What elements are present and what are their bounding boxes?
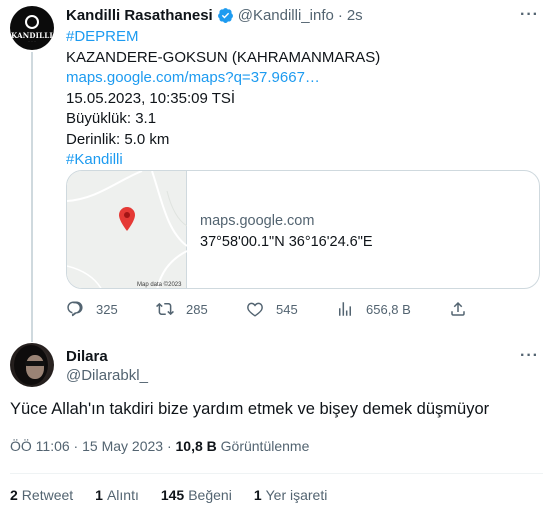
views-button[interactable]: 656,8 B: [336, 300, 411, 318]
reply-icon: [67, 301, 83, 317]
location-text: KAZANDERE-GOKSUN (KAHRAMANMARAS): [66, 48, 381, 66]
tweet-dilara[interactable]: Dilara @Dilarabkl_ ··· Yüce Allah'ın tak…: [0, 333, 553, 513]
bookmarks-label: Yer işareti: [265, 487, 328, 503]
author-handle[interactable]: @Dilarabkl_: [66, 367, 148, 384]
logo-emblem-icon: [25, 15, 39, 29]
avatar[interactable]: [10, 343, 54, 387]
avatar-glasses: [25, 361, 45, 366]
tweet-timestamp[interactable]: ÖÖ 11:06 · 15 May 2023 ·: [10, 438, 176, 454]
magnitude-text: Büyüklük: 3.1: [66, 110, 157, 127]
bookmarks-count: 1: [253, 487, 262, 503]
tweet-kandilli[interactable]: KANDILLI · · · · · · Kandilli Rasathanes…: [0, 0, 553, 342]
retweet-count: 285: [186, 301, 208, 317]
depth-text: Derinlik: 5.0 km: [66, 130, 170, 148]
quotes-label: Alıntı: [106, 487, 139, 503]
avatar-logo-text: KANDILLI: [11, 31, 53, 40]
heart-icon: [247, 302, 263, 317]
verified-badge-icon: [217, 8, 233, 23]
author-name[interactable]: Dilara: [66, 348, 108, 365]
retweets-stat[interactable]: 2 Retweet: [10, 487, 73, 503]
author-handle[interactable]: @Kandilli_info: [238, 7, 334, 24]
tweet-actions: 325 285 545 656,8 B: [66, 300, 476, 324]
card-domain: maps.google.com: [200, 213, 315, 229]
tweet-text: Yüce Allah'ın takdiri bize yardım etmek …: [10, 400, 490, 418]
views-chart-icon: [339, 302, 351, 316]
views-count: 656,8 B: [366, 301, 411, 317]
tweet-meta: ÖÖ 11:06 · 15 May 2023 · 10,8 B Görüntül…: [10, 438, 309, 454]
avatar-logo-subtext: · · · · · ·: [27, 40, 37, 43]
share-button[interactable]: [449, 300, 479, 318]
divider: [10, 473, 543, 474]
retweet-button[interactable]: 285: [156, 300, 208, 318]
likes-count: 145: [160, 487, 185, 503]
more-horizontal-icon[interactable]: ···: [520, 6, 539, 24]
engagement-stats: 2 Retweet 1 Alıntı 145 Beğeni 1 Yer işareti: [10, 487, 349, 503]
views-label: Görüntülenme: [220, 438, 310, 454]
avatar[interactable]: KANDILLI · · · · · ·: [10, 6, 54, 50]
likes-label: Beğeni: [188, 487, 232, 503]
reply-count: 325: [96, 301, 118, 317]
separator-dot: ·: [337, 7, 343, 24]
reply-button[interactable]: 325: [66, 300, 118, 318]
bookmarks-stat[interactable]: 1 Yer işareti: [254, 487, 328, 503]
likes-stat[interactable]: 145 Beğeni: [161, 487, 232, 503]
map-pin-icon: [119, 207, 135, 231]
tweet-header: Kandilli Rasathanesi @Kandilli_info · 2s: [66, 7, 363, 24]
more-horizontal-icon[interactable]: ···: [520, 347, 539, 365]
link-card[interactable]: Map data ©2023 maps.google.com 37°58'00.…: [66, 170, 540, 289]
author-name[interactable]: Kandilli Rasathanesi: [66, 7, 213, 24]
tweet-time[interactable]: 2s: [347, 7, 363, 24]
hashtag-kandilli[interactable]: #Kandilli: [66, 151, 123, 168]
quotes-count: 1: [95, 487, 103, 503]
retweets-count: 2: [10, 487, 18, 503]
quotes-stat[interactable]: 1 Alıntı: [95, 487, 139, 503]
map-thumbnail: Map data ©2023: [67, 171, 187, 288]
like-button[interactable]: 545: [246, 300, 298, 318]
datetime-text: 15.05.2023, 10:35:09 TSİ: [66, 89, 236, 107]
retweet-icon: [156, 302, 174, 316]
card-coords: 37°58'00.1"N 36°16'24.6"E: [200, 234, 373, 250]
avatar-face: [26, 355, 44, 379]
like-count: 545: [276, 301, 298, 317]
retweets-label: Retweet: [21, 487, 74, 503]
share-icon: [451, 301, 465, 316]
map-credit: Map data ©2023: [137, 282, 182, 288]
views-count: 10,8 B: [175, 438, 217, 454]
thread-line: [31, 52, 33, 342]
maps-link[interactable]: maps.google.com/maps?q=37.9667…: [66, 69, 320, 86]
hashtag-deprem[interactable]: #DEPREM: [66, 28, 139, 45]
tweet-text: #DEPREM KAZANDERE-GOKSUN (KAHRAMANMARAS)…: [66, 27, 536, 171]
card-text: maps.google.com 37°58'00.1"N 36°16'24.6"…: [200, 211, 373, 253]
